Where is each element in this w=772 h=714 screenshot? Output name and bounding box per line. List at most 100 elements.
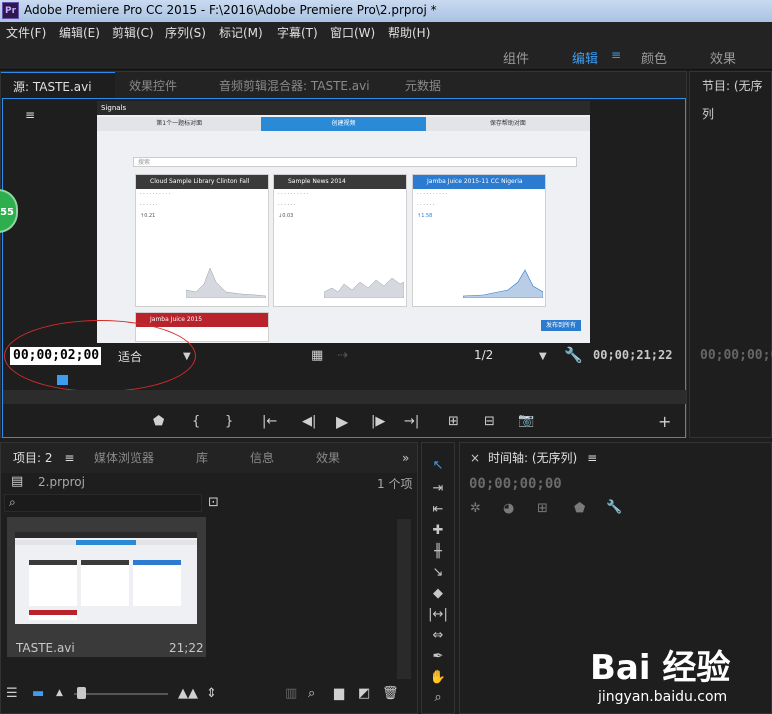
slider-handle[interactable] bbox=[77, 687, 86, 699]
rolling-edit-tool-icon[interactable]: ╫ bbox=[428, 544, 448, 562]
tab-media-browser[interactable]: 媒体浏览器 bbox=[94, 443, 154, 471]
search-icon: ⌕ bbox=[9, 495, 16, 509]
video-card-title: Cloud Sample Library Clinton Fall Boost bbox=[136, 175, 268, 199]
video-card: Jamba Juice 2015-11 CC Nigeria · · · · ·… bbox=[412, 174, 546, 307]
tab-libraries[interactable]: 库 bbox=[196, 443, 208, 471]
find-bottom-icon[interactable]: ⌕ bbox=[308, 686, 315, 701]
menu-title[interactable]: 字幕(T) bbox=[277, 24, 318, 41]
new-bin-icon[interactable]: ▆ bbox=[334, 686, 344, 701]
workspace-color[interactable]: 颜色 bbox=[641, 48, 667, 67]
tab-info[interactable]: 信息 bbox=[250, 443, 274, 471]
menu-help[interactable]: 帮助(H) bbox=[388, 24, 430, 41]
menu-marker[interactable]: 标记(M) bbox=[219, 24, 263, 41]
tab-source[interactable]: 源: TASTE.avi ≡ bbox=[1, 72, 115, 122]
more-tabs-icon[interactable]: » bbox=[402, 443, 409, 471]
video-card-row: · · · · · · · · · · bbox=[417, 191, 448, 197]
menu-bar: 文件(F) 编辑(E) 剪辑(C) 序列(S) 标记(M) 字幕(T) 窗口(W… bbox=[0, 22, 772, 42]
selection-tool-icon[interactable]: ↖ bbox=[428, 458, 448, 476]
workspace-menu-icon[interactable]: ≡ bbox=[611, 48, 621, 62]
new-item-icon[interactable]: ◩ bbox=[358, 686, 370, 701]
timeline-title: 时间轴: (无序列) bbox=[488, 451, 578, 465]
video-card-title: Jamba Juice 2015-11 CC Nigeria bbox=[413, 175, 545, 189]
video-card-row: · · · · · · bbox=[278, 202, 296, 208]
mark-in-icon[interactable]: { bbox=[192, 414, 200, 429]
drag-audio-icon[interactable]: ⇢ bbox=[337, 348, 348, 363]
panel-menu-icon[interactable]: ≡ bbox=[64, 451, 74, 465]
panel-menu-icon[interactable]: ≡ bbox=[587, 451, 597, 465]
zoom-dropdown-icon[interactable]: ▼ bbox=[183, 351, 191, 362]
step-back-icon[interactable]: ◀| bbox=[302, 414, 316, 429]
menu-sequence[interactable]: 序列(S) bbox=[165, 24, 206, 41]
project-scrollbar[interactable] bbox=[397, 519, 411, 679]
menu-clip[interactable]: 剪辑(C) bbox=[112, 24, 154, 41]
tab-effects[interactable]: 效果 bbox=[316, 443, 340, 471]
tab-project[interactable]: 项目: 2 ≡ bbox=[13, 443, 74, 471]
timeline-settings-icon[interactable]: 🔧 bbox=[606, 500, 622, 515]
menu-edit[interactable]: 编辑(E) bbox=[59, 24, 100, 41]
mark-out-icon[interactable]: } bbox=[225, 414, 233, 429]
wrench-icon[interactable]: 🔧 bbox=[564, 346, 583, 364]
linked-selection-icon[interactable]: ◕ bbox=[503, 501, 514, 516]
menu-window[interactable]: 窗口(W) bbox=[330, 24, 375, 41]
source-time-ruler[interactable] bbox=[3, 390, 686, 404]
menu-file[interactable]: 文件(F) bbox=[6, 24, 46, 41]
rate-stretch-tool-icon[interactable]: ↘ bbox=[428, 565, 448, 583]
thumbnail-size-slider[interactable] bbox=[74, 693, 168, 695]
ripple-edit-tool-icon[interactable]: ✚ bbox=[428, 523, 448, 541]
video-step-bar: 第1个一题标对面 创建视频 保存帮助对面 bbox=[97, 117, 590, 131]
video-publish-button: 发布到所有 bbox=[541, 320, 581, 331]
find-icon[interactable]: ⊡ bbox=[208, 495, 219, 510]
project-search-input[interactable]: ⌕ bbox=[4, 494, 202, 512]
resolution-dropdown-icon[interactable]: ▼ bbox=[539, 351, 547, 362]
step-forward-icon[interactable]: |▶ bbox=[371, 414, 385, 429]
tab-effect-controls[interactable]: 效果控件 bbox=[129, 72, 177, 100]
add-marker-timeline-icon[interactable]: ⊞ bbox=[537, 501, 548, 516]
clip-thumbnail[interactable]: TASTE.avi 21;22 bbox=[7, 517, 206, 657]
marker-icon[interactable]: ⬟ bbox=[574, 501, 585, 516]
zoom-in-icon[interactable]: ▲▲ bbox=[178, 686, 198, 701]
video-brand: Signals bbox=[101, 104, 127, 112]
automate-icon[interactable]: ▥ bbox=[285, 686, 297, 701]
track-select-tool-icon[interactable]: ⇥ bbox=[428, 481, 448, 499]
snap-icon[interactable]: ✲ bbox=[470, 501, 481, 516]
go-to-in-icon[interactable]: |← bbox=[262, 414, 277, 429]
slide-tool-icon[interactable]: ⇔ bbox=[428, 628, 448, 646]
trash-icon[interactable]: 🗑 bbox=[382, 686, 399, 701]
tab-timeline[interactable]: 时间轴: (无序列) ≡ bbox=[488, 443, 597, 471]
video-card-title: Sample News 2014 bbox=[274, 175, 406, 189]
tab-metadata[interactable]: 元数据 bbox=[405, 72, 441, 100]
slip-tool-icon[interactable]: |↔| bbox=[428, 607, 448, 625]
overwrite-icon[interactable]: ⊟ bbox=[484, 414, 495, 429]
timeline-timecode: 00;00;00;00 bbox=[469, 476, 562, 492]
list-view-icon[interactable]: ☰ bbox=[6, 686, 18, 701]
source-current-time[interactable]: 00;00;02;00 bbox=[10, 347, 101, 365]
sort-icon[interactable]: ⇕ bbox=[206, 686, 217, 701]
icon-view-icon[interactable]: ▬ bbox=[32, 686, 44, 701]
video-card: Cloud Sample Library Clinton Fall Boost … bbox=[135, 174, 269, 307]
button-editor-icon[interactable]: + bbox=[658, 412, 671, 431]
zoom-tool-icon[interactable]: ⌕ bbox=[428, 690, 448, 708]
workspace-effects[interactable]: 效果 bbox=[710, 48, 736, 67]
video-card-title: Jamba Juice 2015 bbox=[136, 313, 268, 327]
track-select-backward-icon[interactable]: ⇤ bbox=[428, 502, 448, 520]
close-icon[interactable]: × bbox=[470, 443, 480, 471]
hand-tool-icon[interactable]: ✋ bbox=[428, 670, 448, 688]
razor-tool-icon[interactable]: ◆ bbox=[428, 586, 448, 604]
playhead-marker[interactable] bbox=[57, 375, 68, 385]
pen-tool-icon[interactable]: ✒ bbox=[428, 649, 448, 667]
insert-icon[interactable]: ⊞ bbox=[448, 414, 459, 429]
play-icon[interactable]: ▶ bbox=[336, 412, 348, 431]
zoom-select[interactable]: 适合 bbox=[118, 348, 142, 365]
zoom-out-icon[interactable]: ▲ bbox=[56, 688, 63, 698]
add-marker-icon[interactable]: ⬟ bbox=[153, 414, 164, 429]
workspace-assembly[interactable]: 组件 bbox=[503, 48, 529, 67]
export-frame-icon[interactable]: 📷 bbox=[518, 413, 534, 428]
drag-video-icon[interactable]: ▦ bbox=[311, 348, 323, 363]
program-title[interactable]: 节目: (无序列 bbox=[702, 72, 771, 121]
workspace-editing[interactable]: 编辑 bbox=[572, 48, 598, 67]
tab-audio-clip-mixer[interactable]: 音频剪辑混合器: TASTE.avi bbox=[219, 72, 370, 100]
baidu-watermark: Bai 经验 jingyan.baidu.com bbox=[590, 640, 730, 705]
video-step: 保存帮助对面 bbox=[425, 117, 590, 131]
resolution-select[interactable]: 1/2 bbox=[474, 348, 493, 362]
go-to-out-icon[interactable]: →| bbox=[404, 414, 419, 429]
